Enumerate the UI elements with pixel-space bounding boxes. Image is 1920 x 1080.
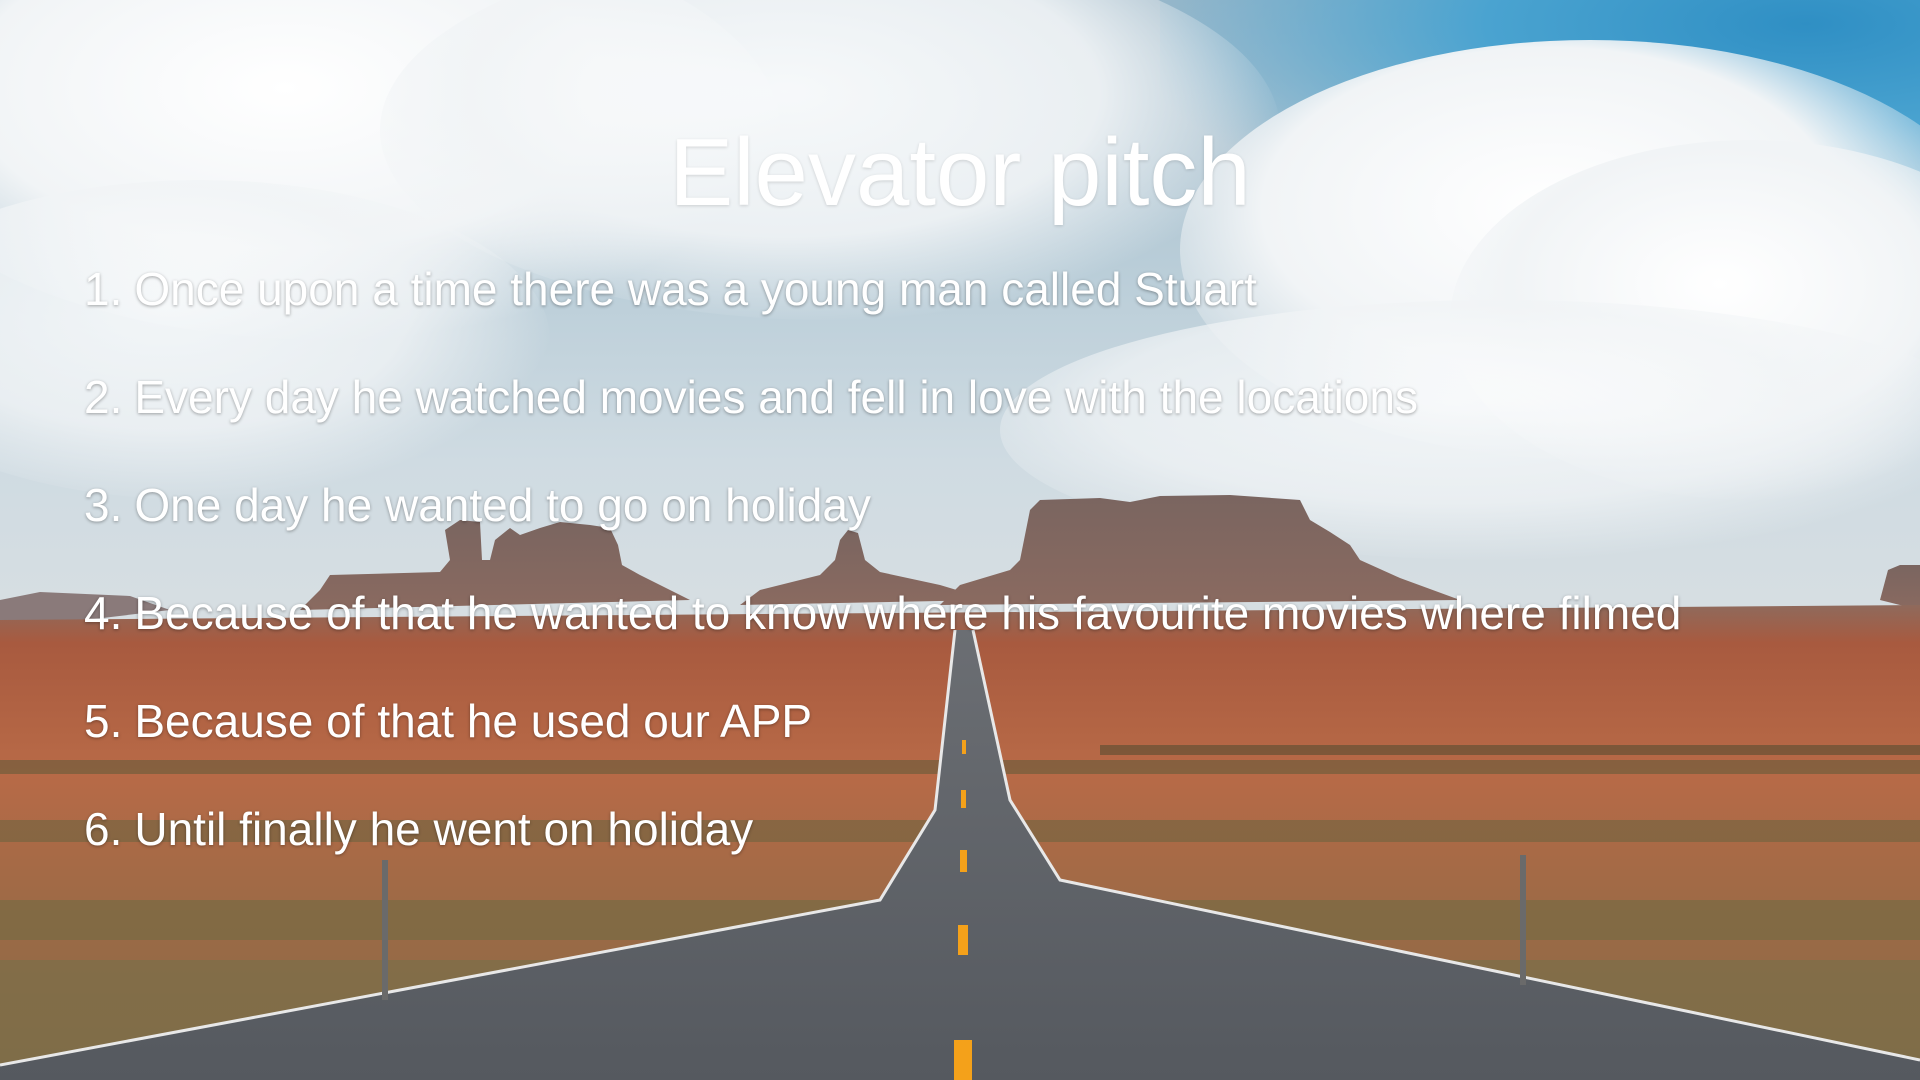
item-number: 2. bbox=[84, 371, 123, 423]
item-text: Once upon a time there was a young man c… bbox=[134, 263, 1257, 315]
item-text: Until finally he went on holiday bbox=[134, 803, 754, 855]
item-text: Because of that he used our APP bbox=[134, 695, 813, 747]
pitch-list: 1. Once upon a time there was a young man… bbox=[84, 262, 1864, 910]
item-text: Because of that he wanted to know where … bbox=[134, 587, 1682, 639]
slide-title: Elevator pitch bbox=[669, 119, 1251, 226]
item-number: 3. bbox=[84, 479, 123, 531]
item-text: Every day he watched movies and fell in … bbox=[134, 371, 1418, 423]
item-number: 1. bbox=[84, 263, 123, 315]
list-item: 3. One day he wanted to go on holiday bbox=[84, 478, 1864, 532]
list-item: 1. Once upon a time there was a young man… bbox=[84, 262, 1864, 316]
item-text: One day he wanted to go on holiday bbox=[134, 479, 871, 531]
list-item: 4. Because of that he wanted to know wher… bbox=[84, 586, 1864, 640]
list-item: 2. Every day he watched movies and fell i… bbox=[84, 370, 1864, 424]
list-item: 6. Until finally he went on holiday bbox=[84, 802, 1864, 856]
item-number: 6. bbox=[84, 803, 123, 855]
item-number: 4. bbox=[84, 587, 123, 639]
list-item: 5. Because of that he used our APP bbox=[84, 694, 1864, 748]
slide: Elevator pitch 1. Once upon a time there … bbox=[0, 0, 1920, 1080]
item-number: 5. bbox=[84, 695, 123, 747]
